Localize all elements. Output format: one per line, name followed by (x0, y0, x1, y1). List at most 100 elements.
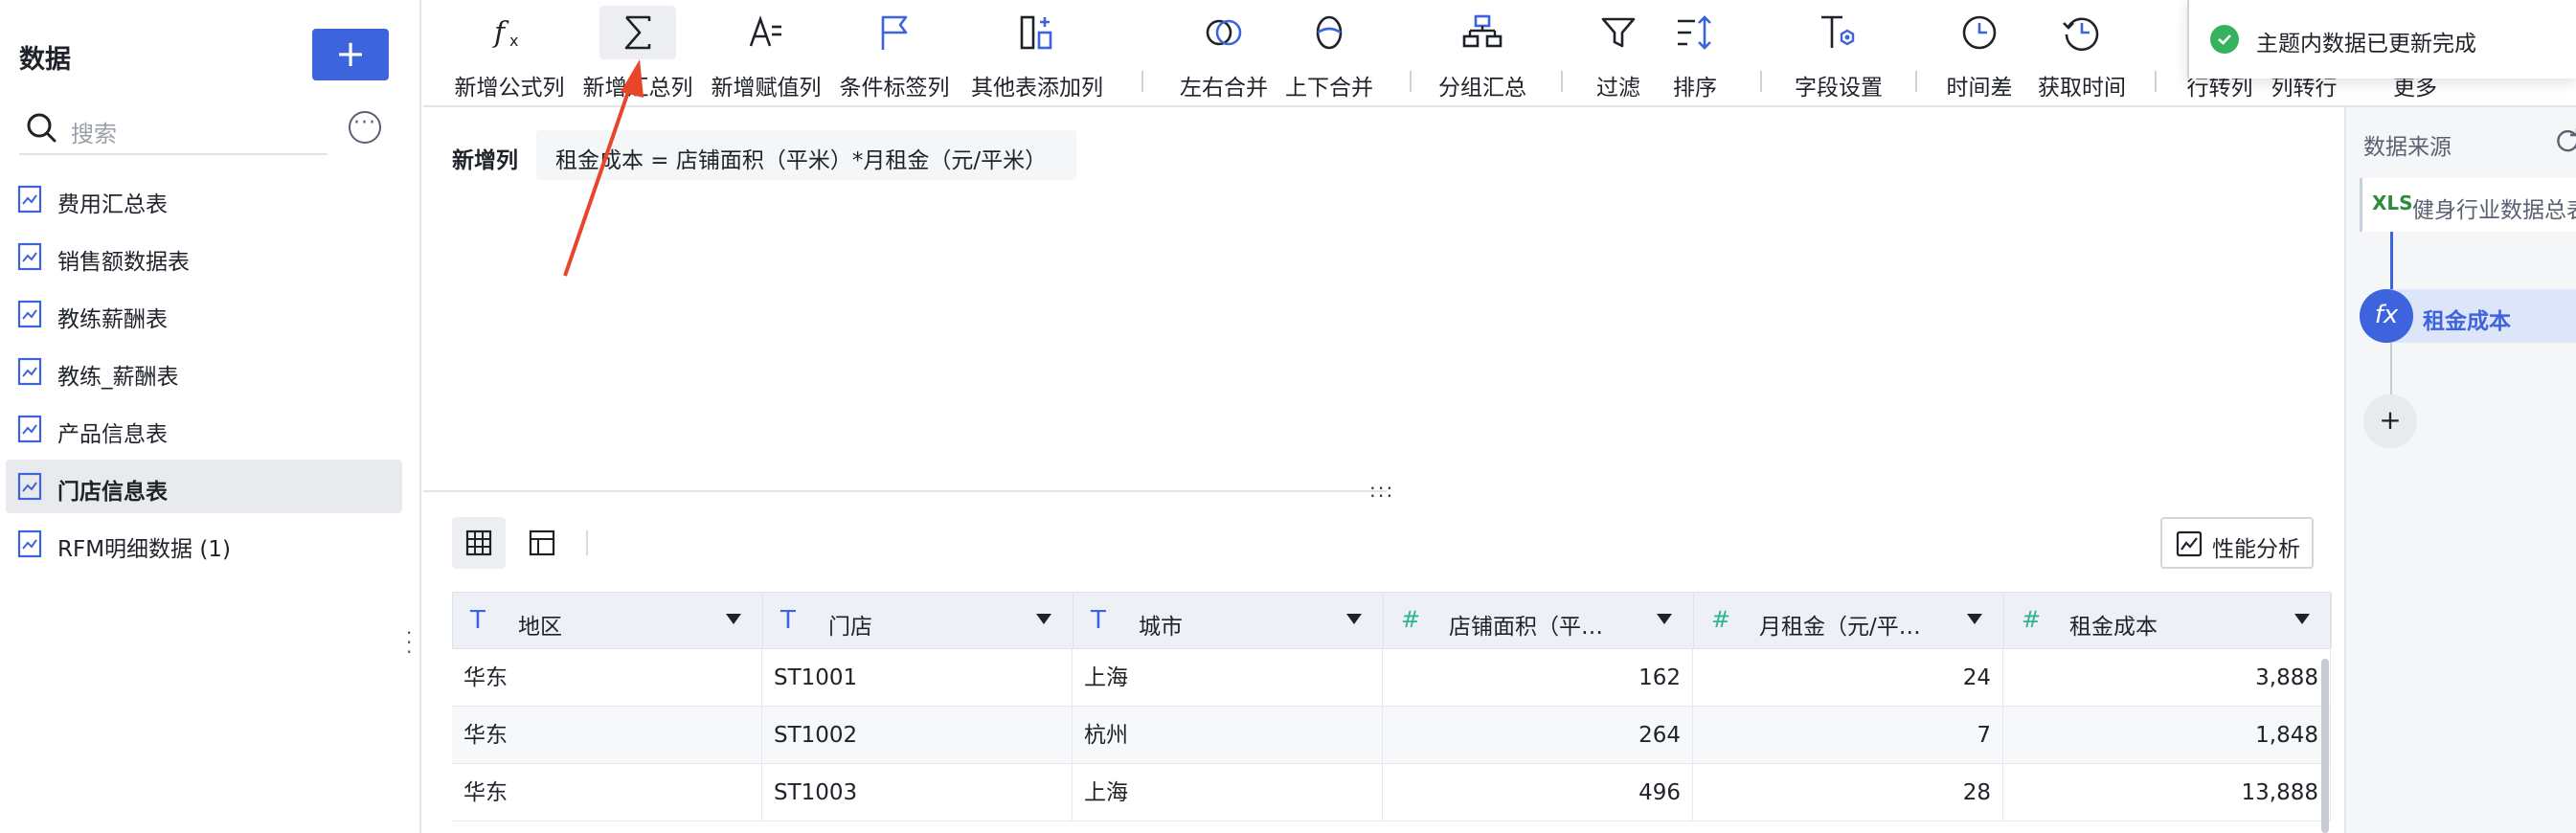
toolbar-label: 其他表添加列 (971, 76, 1103, 101)
sort-icon (1678, 15, 1711, 50)
layout-view-toggle[interactable] (515, 517, 569, 569)
formula-label: 新增列 (452, 148, 518, 173)
toast-message: 主题内数据已更新完成 (2256, 32, 2476, 56)
fx-icon: fx (2360, 289, 2413, 343)
sidebar-item[interactable]: RFM明细数据 (1) (6, 517, 402, 571)
panel-resize-handle[interactable]: ::: (1369, 479, 1394, 502)
sidebar-title: 数据 (19, 45, 71, 75)
table-row[interactable]: 华东 ST1002 杭州 264 7 1,848 (452, 707, 2331, 764)
sidebar-item[interactable]: 门店信息表 (6, 460, 402, 513)
column-name: 门店 (828, 615, 872, 640)
add-assign-column-button[interactable]: 新增赋值列 (711, 0, 822, 105)
add-formula-column-button[interactable]: f x 新增公式列 (454, 0, 565, 105)
dropdown-caret-icon[interactable] (1036, 614, 1051, 624)
column-header[interactable]: # 店铺面积（平… (1384, 593, 1694, 648)
lineage-connector (2390, 343, 2392, 396)
group-icon (1462, 14, 1503, 48)
table-cell[interactable]: 华东 (452, 707, 762, 764)
table-header: T 地区 T 门店 T 城市 # 店铺面积（平… # 月租金（元/平… # 租金成本 (452, 592, 2332, 649)
add-data-button[interactable]: + (312, 29, 389, 80)
column-name: 地区 (518, 615, 562, 640)
table-cell[interactable]: 3,888 (2003, 649, 2331, 707)
refresh-icon[interactable] (2553, 126, 2576, 155)
number-type-icon: # (1711, 606, 1731, 633)
table-cell[interactable]: ST1002 (762, 707, 1073, 764)
fx-icon: f x (492, 16, 518, 50)
table-cell[interactable]: 华东 (452, 764, 762, 822)
performance-analysis-button[interactable]: 性能分析 (2160, 517, 2314, 569)
field-settings-button[interactable]: 字段设置 (1783, 0, 1894, 105)
grid-icon (465, 529, 492, 556)
add-step-button[interactable]: + (2363, 394, 2417, 448)
table-doc-icon (17, 472, 42, 501)
filter-button[interactable]: 过滤 (1584, 0, 1653, 105)
check-circle-icon (2210, 25, 2239, 54)
table-row[interactable]: 华东 ST1003 上海 496 28 13,888 (452, 764, 2331, 822)
search-input[interactable]: 搜索 (71, 115, 117, 148)
dropdown-caret-icon[interactable] (2294, 614, 2310, 624)
table-cell[interactable]: ST1003 (762, 764, 1073, 822)
table-doc-icon (17, 300, 42, 328)
toolbar-divider (1561, 71, 1563, 92)
column-header[interactable]: T 城市 (1073, 593, 1384, 648)
toolbar-divider (1915, 71, 1917, 92)
sort-button[interactable]: 排序 (1661, 0, 1729, 105)
table-cell[interactable]: 24 (1693, 649, 2003, 707)
dropdown-caret-icon[interactable] (726, 614, 741, 624)
table-cell[interactable]: 496 (1383, 764, 1693, 822)
group-summary-button[interactable]: 分组汇总 (1427, 0, 1538, 105)
column-header[interactable]: T 门店 (763, 593, 1073, 648)
step-name: 租金成本 (2423, 309, 2511, 334)
table-cell[interactable]: 上海 (1073, 764, 1383, 822)
column-header[interactable]: # 月租金（元/平… (1694, 593, 2004, 648)
toolbar-label: 排序 (1673, 76, 1717, 101)
condition-label-column-button[interactable]: 条件标签列 (839, 0, 950, 105)
merge-vertical-button[interactable]: 上下合并 (1274, 0, 1385, 105)
table-scrollbar[interactable] (2321, 659, 2329, 833)
column-header[interactable]: # 租金成本 (2004, 593, 2332, 648)
grid-view-toggle[interactable] (452, 517, 506, 569)
toolbar-label: 新增公式列 (454, 76, 565, 101)
sidebar-item[interactable]: 教练薪酬表 (6, 287, 402, 341)
more-options-icon[interactable]: ··· (349, 111, 381, 144)
left-sidebar: 数据 + 搜索 ··· 费用汇总表 销售额数据表 教练薪酬表 教练_薪酬表 产品信息表门… (0, 0, 421, 833)
dropdown-caret-icon[interactable] (1346, 614, 1362, 624)
merge-horizontal-button[interactable]: 左右合并 (1168, 0, 1279, 105)
svg-text:f: f (492, 16, 509, 50)
toolbar-label: 字段设置 (1795, 76, 1883, 101)
sidebar-item[interactable]: 教练_薪酬表 (6, 345, 402, 398)
table-cell[interactable]: 华东 (452, 649, 762, 707)
sidebar-resize-handle[interactable]: · · · (406, 623, 414, 662)
table-cell[interactable]: 13,888 (2003, 764, 2331, 822)
toolbar-label: 获取时间 (2038, 76, 2126, 101)
sidebar-item[interactable]: 产品信息表 (6, 402, 402, 456)
sidebar-item[interactable]: 费用汇总表 (6, 172, 402, 226)
lineage-panel: 数据来源 XLS 健身行业数据总表 fx 租金成本 + (2344, 107, 2576, 833)
dropdown-caret-icon[interactable] (1967, 614, 1982, 624)
toolbar-divider (1410, 71, 1412, 92)
source-name: 健身行业数据总表 (2412, 198, 2576, 223)
table-cell[interactable]: 7 (1693, 707, 2003, 764)
dropdown-caret-icon[interactable] (1657, 614, 1672, 624)
table-cell[interactable]: 1,848 (2003, 707, 2331, 764)
search-box[interactable]: 搜索 (19, 103, 328, 155)
get-time-button[interactable]: 获取时间 (2026, 0, 2137, 105)
add-column-from-other-table-button[interactable]: 其他表添加列 (967, 0, 1107, 105)
data-source-node[interactable]: XLS 健身行业数据总表 (2360, 178, 2576, 232)
column-header[interactable]: T 地区 (453, 593, 763, 648)
toolbar-label: 新增汇总列 (582, 76, 693, 101)
sidebar-item[interactable]: 销售额数据表 (6, 230, 402, 283)
column-name: 城市 (1139, 615, 1183, 640)
table-cell[interactable]: ST1001 (762, 649, 1073, 707)
table-cell[interactable]: 28 (1693, 764, 2003, 822)
table-cell[interactable]: 162 (1383, 649, 1693, 707)
table-row[interactable]: 华东 ST1001 上海 162 24 3,888 (452, 649, 2331, 707)
add-summary-column-button[interactable]: 新增汇总列 (582, 0, 693, 105)
table-cell[interactable]: 杭州 (1073, 707, 1383, 764)
time-diff-button[interactable]: 时间差 (1936, 0, 2022, 105)
formula-step-node[interactable]: fx 租金成本 (2360, 289, 2576, 343)
toolbar-label: 分组汇总 (1438, 76, 1526, 101)
table-cell[interactable]: 264 (1383, 707, 1693, 764)
table-cell[interactable]: 上海 (1073, 649, 1383, 707)
formula-expression[interactable]: 租金成本 = 店铺面积（平米）*月租金（元/平米） (536, 130, 1076, 180)
